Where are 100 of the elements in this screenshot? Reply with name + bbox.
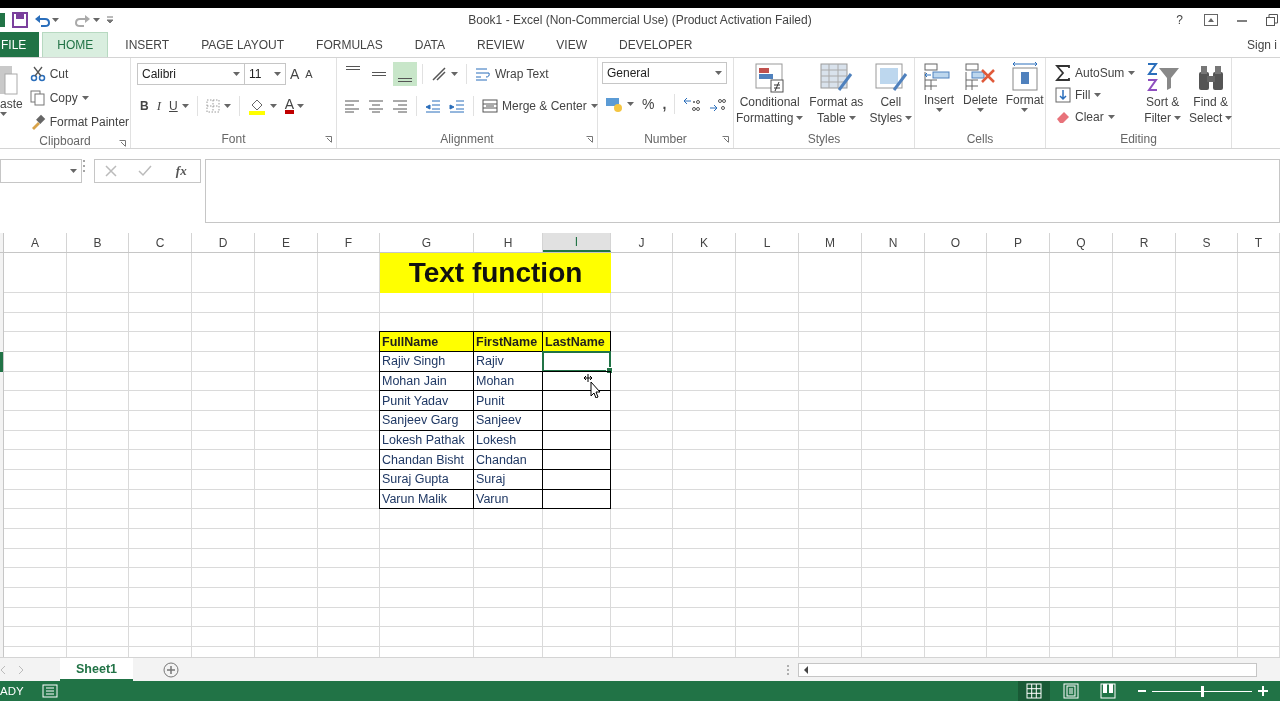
cells-button[interactable]: Insert [921,62,957,112]
save-icon[interactable] [12,12,28,28]
drag-handle-icon[interactable] [786,663,790,676]
formula-input[interactable] [205,159,1280,223]
underline-button[interactable]: U [166,94,192,118]
ribbon-tab[interactable]: PAGE LAYOUT [186,32,300,57]
caret-icon [905,116,913,120]
dialog-launcher-icon[interactable] [586,136,593,143]
ribbon-tab[interactable]: DATA [399,32,460,57]
grow-font-button[interactable]: A [288,62,302,86]
column-header[interactable]: J [611,233,673,252]
column-header[interactable]: B [67,233,129,252]
dialog-launcher-icon[interactable] [325,136,332,143]
ribbon-tab[interactable]: REVIEW [462,32,540,57]
column-header[interactable]: D [192,233,255,252]
group-label: Editing [1120,132,1157,146]
bold-button[interactable]: B [137,94,152,118]
ribbon-tab[interactable]: FORMULAS [301,32,398,57]
column-header[interactable]: A [4,233,67,252]
cells-button[interactable]: Delete [961,62,1000,112]
ribbon-tab[interactable]: HOME [42,32,109,57]
wrap-text-button[interactable]: Wrap Text [472,62,552,86]
vertical-align-button[interactable] [393,62,417,86]
select-all-corner[interactable] [0,233,4,252]
column-header[interactable]: E [255,233,318,252]
drag-handle-icon[interactable] [82,159,86,173]
column-header[interactable]: N [862,233,925,252]
restore-icon[interactable] [1266,14,1278,26]
column-header[interactable]: R [1113,233,1176,252]
group-label: Font [221,132,246,146]
sheet-tab[interactable]: Sheet1 [60,658,133,681]
paste-button[interactable]: aste [0,62,23,116]
italic-button[interactable]: I [153,94,164,118]
ribbon-tab[interactable]: VIEW [541,32,602,57]
paint-bucket-icon [247,97,266,115]
redo-icon[interactable] [75,13,91,27]
column-header[interactable]: T [1238,233,1280,252]
column-header[interactable]: Q [1050,233,1113,252]
column-header[interactable]: M [799,233,862,252]
styles-button[interactable]: Conditional Formatting [734,62,806,126]
shrink-font-button[interactable]: A [303,62,315,86]
merge-center-button[interactable]: Merge & Center [479,94,601,118]
new-sheet-icon[interactable] [163,661,179,678]
cancel-icon[interactable] [105,165,118,177]
zoom-slider-thumb[interactable] [1201,685,1204,697]
check-icon[interactable] [138,165,153,177]
file-tab[interactable]: FILE [0,32,40,57]
column-header[interactable]: F [318,233,380,252]
copy-button[interactable]: Copy [26,86,133,110]
number-format-dropdown[interactable]: General [602,62,727,84]
column-header[interactable]: O [925,233,987,252]
ribbon-tab[interactable]: DEVELOPER [604,32,708,57]
column-header[interactable]: L [736,233,799,252]
sort-filter-button[interactable]: Sort & Filter [1142,62,1184,126]
styles-button[interactable]: Format as Table [807,62,866,126]
fill-button[interactable]: Fill [1052,84,1139,106]
column-header[interactable]: P [987,233,1050,252]
cells-button[interactable]: Format [1003,62,1046,112]
active-cell[interactable] [542,350,611,372]
undo-icon[interactable] [34,13,50,27]
column-header[interactable]: C [129,233,192,252]
zoom-in-icon[interactable] [1258,686,1268,696]
font-color-button[interactable]: A [281,94,308,118]
horizontal-scrollbar[interactable] [798,662,1257,677]
percent-button[interactable]: % [639,92,658,116]
view-button[interactable] [1018,681,1050,701]
ribbon-tab[interactable]: INSERT [110,32,185,57]
caret-icon [1128,71,1136,75]
comma-button[interactable]: , [659,92,670,116]
zoom-out-icon[interactable] [1138,687,1146,695]
format-painter-button[interactable]: Format Painter [26,110,133,134]
previous-sheet-icon[interactable] [0,665,6,674]
name-box[interactable] [0,159,82,183]
help-button[interactable]: ? [1173,8,1186,32]
align-lines-icon [398,78,412,82]
styles-button[interactable]: Cell Styles [867,62,915,126]
insert-function-button[interactable]: fx [172,159,190,183]
macro-record-icon[interactable] [41,684,58,698]
ribbon-display-icon[interactable] [1204,14,1218,26]
excel-icon [0,12,6,28]
caret-icon [1094,93,1102,97]
table-cell[interactable] [542,488,611,510]
fill-handle[interactable] [606,366,613,374]
font-name-dropdown[interactable]: Calibri [137,63,245,85]
clear-button[interactable]: Clear [1052,106,1139,128]
autosum-button[interactable]: AutoSum [1052,62,1139,84]
cut-button[interactable]: Cut [26,62,133,86]
column-header[interactable]: K [673,233,736,252]
find-select-button[interactable]: Find & Select [1187,62,1235,126]
dialog-launcher-icon[interactable] [119,140,126,147]
column-header[interactable]: G [380,233,474,252]
sign-in-link[interactable]: Sign i [1231,37,1278,52]
dialog-launcher-icon[interactable] [722,136,729,143]
next-sheet-icon[interactable] [18,665,24,674]
column-header[interactable]: S [1176,233,1238,252]
row-header[interactable] [0,351,4,372]
column-header[interactable]: I [543,233,611,252]
row-header[interactable] [0,371,4,392]
customize-toolbar-icon[interactable] [106,16,114,24]
font-size-dropdown[interactable]: 11 [244,63,286,85]
